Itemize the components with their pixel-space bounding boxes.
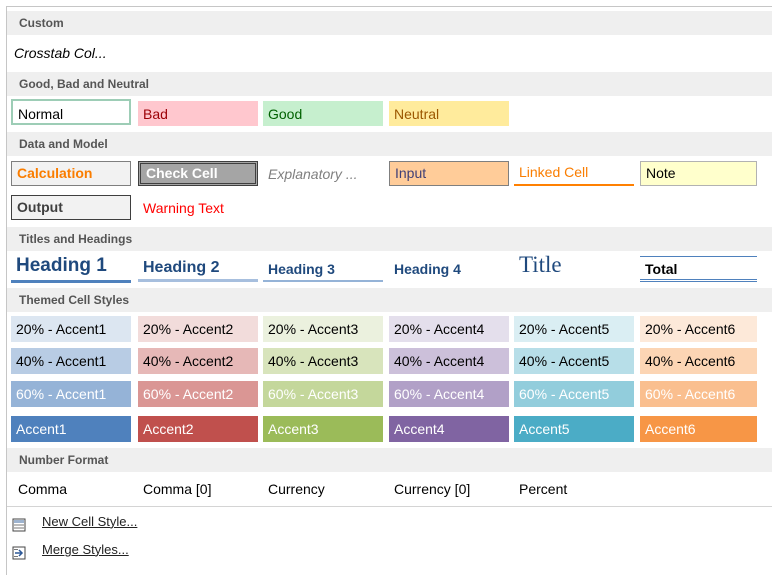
style-60-accent3[interactable]: 60% - Accent3 [263, 381, 383, 407]
section-header-custom: Custom [7, 11, 772, 35]
merge-styles-icon [12, 544, 26, 560]
style-neutral[interactable]: Neutral [389, 101, 509, 126]
style-output[interactable]: Output [11, 195, 131, 220]
cell-style-icon [12, 516, 26, 532]
new-cell-style-label: New Cell Style... [42, 514, 138, 529]
style-linked-cell[interactable]: Linked Cell [514, 161, 634, 186]
style-60-accent4[interactable]: 60% - Accent4 [389, 381, 509, 407]
section-header-good-bad-neutral: Good, Bad and Neutral [7, 72, 772, 96]
style-40-accent3[interactable]: 40% - Accent3 [263, 348, 383, 374]
style-60-accent1[interactable]: 60% - Accent1 [11, 381, 131, 407]
style-accent2[interactable]: Accent2 [138, 416, 258, 442]
style-heading-3[interactable]: Heading 3 [263, 256, 383, 282]
new-cell-style-command[interactable]: New Cell Style... [12, 510, 137, 534]
style-total[interactable]: Total [640, 256, 757, 282]
style-60-accent2[interactable]: 60% - Accent2 [138, 381, 258, 407]
merge-styles-label: Merge Styles... [42, 542, 129, 557]
style-40-accent5[interactable]: 40% - Accent5 [514, 348, 634, 374]
style-heading-2[interactable]: Heading 2 [138, 254, 258, 282]
style-accent6[interactable]: Accent6 [640, 416, 757, 442]
section-header-titles-headings: Titles and Headings [7, 227, 772, 251]
section-header-number-format: Number Format [7, 448, 772, 472]
style-calculation[interactable]: Calculation [11, 161, 131, 186]
style-warning-text[interactable]: Warning Text [138, 195, 258, 220]
style-percent[interactable]: Percent [514, 476, 634, 502]
style-crosstab-col[interactable]: Crosstab Col... [9, 40, 129, 66]
style-heading-1[interactable]: Heading 1 [11, 252, 131, 283]
section-header-themed: Themed Cell Styles [7, 288, 772, 312]
style-60-accent6[interactable]: 60% - Accent6 [640, 381, 757, 407]
style-currency-0[interactable]: Currency [0] [389, 476, 509, 502]
style-accent1[interactable]: Accent1 [11, 416, 131, 442]
section-header-data-model: Data and Model [7, 132, 772, 156]
style-check-cell[interactable]: Check Cell [138, 161, 258, 186]
style-title[interactable]: Title [514, 250, 634, 280]
style-bad[interactable]: Bad [138, 101, 258, 126]
style-heading-4[interactable]: Heading 4 [389, 256, 509, 282]
style-comma-0[interactable]: Comma [0] [138, 476, 258, 502]
style-note[interactable]: Note [640, 161, 757, 186]
menu-separator [7, 506, 772, 507]
style-accent4[interactable]: Accent4 [389, 416, 509, 442]
style-20-accent6[interactable]: 20% - Accent6 [640, 316, 757, 342]
style-explanatory[interactable]: Explanatory ... [263, 161, 383, 186]
style-accent3[interactable]: Accent3 [263, 416, 383, 442]
style-currency[interactable]: Currency [263, 476, 383, 502]
style-40-accent6[interactable]: 40% - Accent6 [640, 348, 757, 374]
style-40-accent1[interactable]: 40% - Accent1 [11, 348, 131, 374]
style-40-accent4[interactable]: 40% - Accent4 [389, 348, 509, 374]
style-accent5[interactable]: Accent5 [514, 416, 634, 442]
style-20-accent2[interactable]: 20% - Accent2 [138, 316, 258, 342]
style-20-accent3[interactable]: 20% - Accent3 [263, 316, 383, 342]
style-comma[interactable]: Comma [13, 476, 133, 502]
style-normal[interactable]: Normal [11, 99, 131, 125]
style-20-accent1[interactable]: 20% - Accent1 [11, 316, 131, 342]
style-60-accent5[interactable]: 60% - Accent5 [514, 381, 634, 407]
style-40-accent2[interactable]: 40% - Accent2 [138, 348, 258, 374]
merge-styles-command[interactable]: Merge Styles... [12, 538, 129, 562]
style-20-accent5[interactable]: 20% - Accent5 [514, 316, 634, 342]
style-good[interactable]: Good [263, 101, 383, 126]
style-input[interactable]: Input [389, 161, 509, 186]
style-20-accent4[interactable]: 20% - Accent4 [389, 316, 509, 342]
